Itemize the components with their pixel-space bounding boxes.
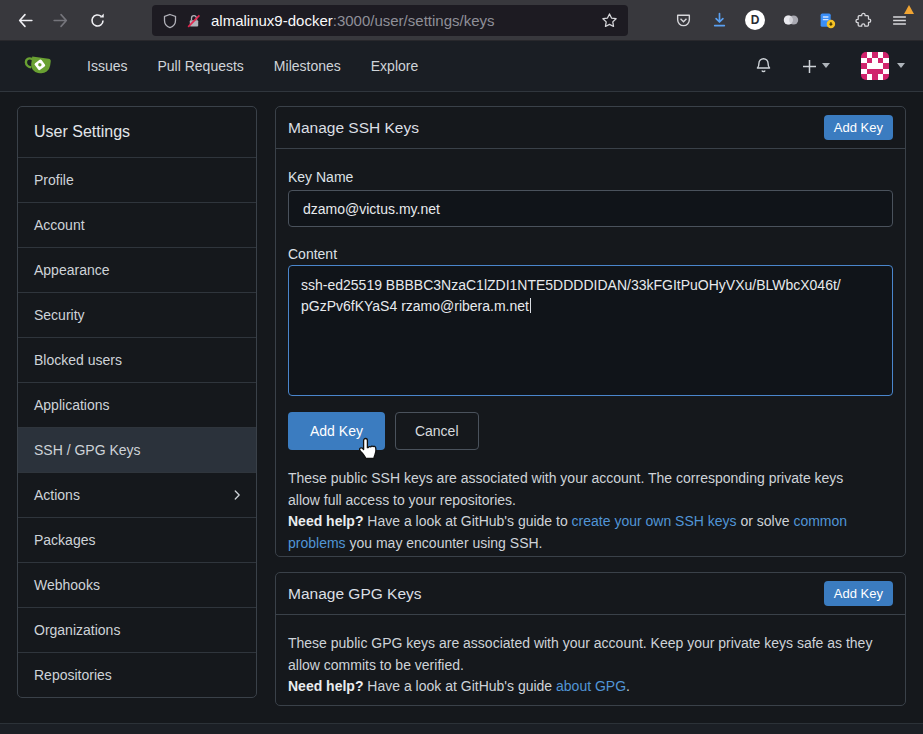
content-textarea[interactable]: ssh-ed25519 BBBBC3NzaC1lZDI1NTE5DDDDIDAN… bbox=[288, 265, 893, 396]
ssh-panel-body: Key Name Content ssh-ed25519 BBBBC3NzaC1… bbox=[276, 149, 905, 556]
nav-link-pull-requests[interactable]: Pull Requests bbox=[157, 58, 243, 74]
sidebar-title: User Settings bbox=[18, 107, 256, 157]
gpg-keys-panel: Manage GPG Keys Add Key These public GPG… bbox=[275, 572, 906, 706]
create-caret-icon[interactable] bbox=[822, 63, 830, 68]
cancel-button[interactable]: Cancel bbox=[395, 412, 479, 450]
duckduckgo-icon: D bbox=[745, 10, 765, 30]
gpg-panel-body: These public GPG keys are associated wit… bbox=[276, 615, 905, 705]
sidebar-item-webhooks[interactable]: Webhooks bbox=[18, 562, 256, 607]
gitea-navbar: Issues Pull Requests Milestones Explore bbox=[0, 41, 923, 92]
gpg-add-key-header-button[interactable]: Add Key bbox=[824, 581, 893, 606]
url-text: almalinux9-docker:3000/user/settings/key… bbox=[211, 12, 495, 29]
nav-link-milestones[interactable]: Milestones bbox=[274, 58, 341, 74]
url-bar[interactable]: almalinux9-docker:3000/user/settings/key… bbox=[152, 5, 628, 36]
content-label: Content bbox=[288, 246, 893, 262]
user-avatar[interactable] bbox=[861, 52, 889, 80]
back-button[interactable] bbox=[9, 4, 41, 36]
sidebar-item-appearance[interactable]: Appearance bbox=[18, 247, 256, 292]
gpg-panel-header: Manage GPG Keys Add Key bbox=[276, 573, 905, 615]
ssh-panel-title: Manage SSH Keys bbox=[288, 119, 419, 137]
settings-sidebar: User Settings Profile Account Appearance… bbox=[17, 106, 257, 698]
bookmark-star-icon[interactable] bbox=[601, 12, 618, 29]
gpg-help-text: These public GPG keys are associated wit… bbox=[288, 633, 875, 698]
page-footer bbox=[0, 723, 923, 734]
sidebar-item-repositories[interactable]: Repositories bbox=[18, 652, 256, 697]
sidebar-item-account[interactable]: Account bbox=[18, 202, 256, 247]
ssh-help-text: These public SSH keys are associated wit… bbox=[288, 468, 875, 554]
browser-toolbar: almalinux9-docker:3000/user/settings/key… bbox=[0, 0, 923, 41]
sidebar-item-security[interactable]: Security bbox=[18, 292, 256, 337]
forward-button[interactable] bbox=[44, 4, 76, 36]
ssh-panel-header: Manage SSH Keys Add Key bbox=[276, 107, 905, 149]
key-name-input[interactable] bbox=[288, 190, 893, 227]
insecure-lock-icon bbox=[186, 13, 202, 29]
reload-button[interactable] bbox=[81, 4, 113, 36]
ssh-add-key-header-button[interactable]: Add Key bbox=[824, 115, 893, 140]
gpg-panel-title: Manage GPG Keys bbox=[288, 585, 422, 603]
menu-button[interactable] bbox=[883, 4, 915, 36]
sidebar-item-profile[interactable]: Profile bbox=[18, 157, 256, 202]
mouse-cursor bbox=[357, 437, 381, 464]
bell-icon bbox=[755, 57, 772, 74]
sidebar-item-organizations[interactable]: Organizations bbox=[18, 607, 256, 652]
containers-extension-button[interactable] bbox=[775, 4, 807, 36]
sidebar-item-blocked-users[interactable]: Blocked users bbox=[18, 337, 256, 382]
download-icon bbox=[711, 12, 728, 29]
downloads-button[interactable] bbox=[703, 4, 735, 36]
sidebar-item-ssh-gpg-keys[interactable]: SSH / GPG Keys bbox=[18, 427, 256, 472]
text-caret bbox=[530, 298, 532, 313]
create-ssh-keys-link[interactable]: create your own SSH keys bbox=[572, 513, 737, 529]
main-content: Manage SSH Keys Add Key Key Name Content… bbox=[275, 106, 906, 721]
back-icon bbox=[17, 12, 34, 29]
update-badge bbox=[904, 5, 914, 14]
save-page-icon bbox=[818, 12, 836, 29]
about-gpg-link[interactable]: about GPG bbox=[556, 678, 626, 694]
nav-link-issues[interactable]: Issues bbox=[87, 58, 127, 74]
sidebar-item-applications[interactable]: Applications bbox=[18, 382, 256, 427]
sidebar-item-packages[interactable]: Packages bbox=[18, 517, 256, 562]
gitea-logo[interactable] bbox=[24, 51, 54, 81]
extensions-button[interactable] bbox=[847, 4, 879, 36]
reload-icon bbox=[89, 12, 106, 29]
ssh-keys-panel: Manage SSH Keys Add Key Key Name Content… bbox=[275, 106, 906, 557]
pocket-button[interactable] bbox=[667, 4, 699, 36]
key-name-label: Key Name bbox=[288, 169, 893, 185]
puzzle-icon bbox=[855, 12, 872, 29]
plus-icon bbox=[802, 59, 817, 74]
duckduckgo-extension-button[interactable]: D bbox=[739, 4, 771, 36]
chevron-right-icon bbox=[230, 488, 244, 502]
pocket-icon bbox=[675, 12, 692, 29]
save-page-extension-button[interactable] bbox=[811, 4, 843, 36]
nav-link-explore[interactable]: Explore bbox=[371, 58, 418, 74]
circles-icon bbox=[782, 12, 800, 28]
create-new-button[interactable] bbox=[802, 59, 817, 74]
notifications-button[interactable] bbox=[755, 57, 772, 74]
shield-icon bbox=[162, 13, 178, 29]
sidebar-item-actions[interactable]: Actions bbox=[18, 472, 256, 517]
user-menu-caret-icon[interactable] bbox=[897, 63, 905, 68]
hamburger-icon bbox=[891, 12, 908, 29]
forward-icon bbox=[52, 12, 69, 29]
nav-links: Issues Pull Requests Milestones Explore bbox=[87, 41, 418, 91]
